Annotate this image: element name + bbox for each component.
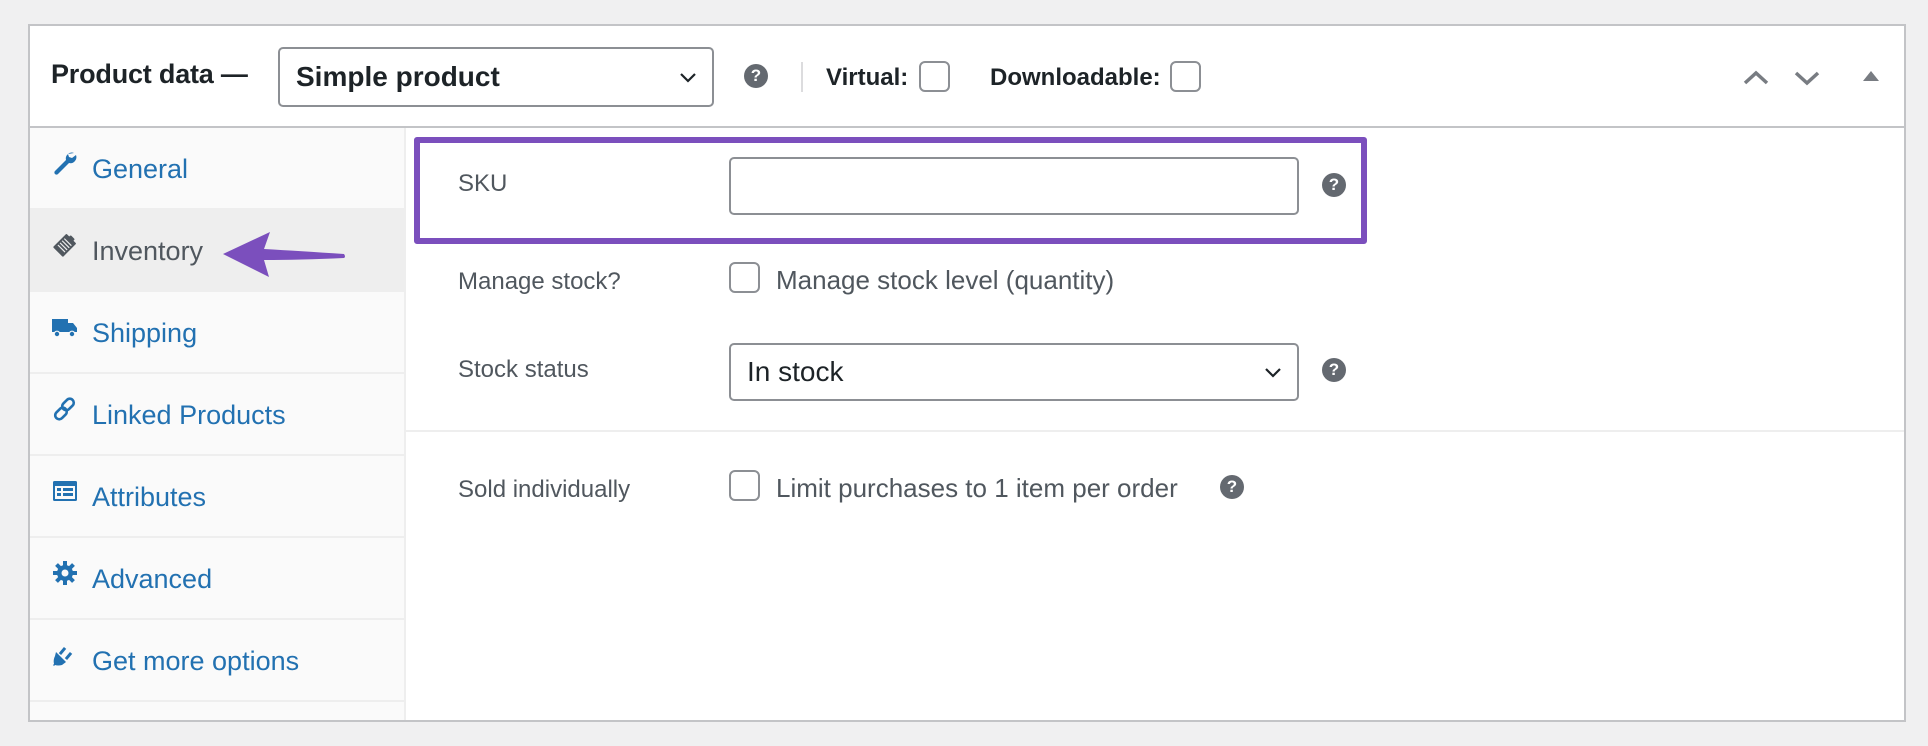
downloadable-checkbox[interactable] (1170, 61, 1201, 92)
tab-attributes[interactable]: Attributes (30, 456, 404, 538)
product-type-select[interactable]: Simple product (278, 47, 714, 107)
tab-general[interactable]: General (30, 128, 404, 210)
tab-shipping[interactable]: Shipping (30, 292, 404, 374)
downloadable-label: Downloadable: (990, 64, 1161, 91)
tab-inventory[interactable]: Inventory (30, 210, 404, 292)
sku-input[interactable] (729, 157, 1299, 215)
section-divider (406, 430, 1904, 432)
manage-stock-checkbox[interactable] (729, 262, 760, 293)
manage-stock-label: Manage stock? (458, 268, 621, 295)
sold-individually-checkbox-label: Limit purchases to 1 item per order (776, 473, 1178, 503)
stock-status-value: In stock (747, 356, 844, 387)
panel-title: Product data — (51, 59, 248, 89)
move-down-icon[interactable] (1791, 62, 1823, 94)
tab-label: Attributes (92, 482, 207, 512)
tab-label: Inventory (92, 236, 204, 266)
list-card-icon (53, 481, 77, 501)
sku-label: SKU (458, 170, 508, 197)
wrench-icon (54, 152, 77, 175)
tab-advanced[interactable]: Advanced (30, 538, 404, 620)
truck-icon (52, 319, 77, 338)
sku-help-icon[interactable]: ? (1322, 173, 1346, 197)
tab-label: Linked Products (92, 400, 286, 430)
chevron-down-icon (680, 73, 696, 83)
chevron-down-icon (1265, 368, 1281, 378)
gear-icon (53, 561, 77, 585)
sold-individually-help-icon[interactable]: ? (1220, 475, 1244, 499)
stock-status-select[interactable]: In stock (729, 343, 1299, 401)
move-up-icon[interactable] (1740, 62, 1772, 94)
tab-label: General (92, 154, 189, 184)
tab-label: Advanced (92, 564, 213, 594)
virtual-label: Virtual: (826, 64, 909, 91)
product-type-value: Simple product (296, 61, 500, 92)
toggle-panel-icon[interactable] (1855, 60, 1887, 92)
plug-icon (53, 646, 73, 666)
inventory-panel: SKU ? Manage stock? Manage stock level (… (406, 128, 1904, 720)
sold-individually-checkbox[interactable] (729, 470, 760, 501)
stock-status-label: Stock status (458, 356, 589, 383)
panel-header: Product data — Simple product ? Virtual:… (30, 26, 1904, 128)
tab-label: Shipping (92, 318, 198, 348)
sold-individually-label: Sold individually (458, 476, 631, 503)
product-data-panel: Product data — Simple product ? Virtual:… (28, 24, 1906, 722)
tab-get-more-options[interactable]: Get more options (30, 620, 404, 702)
manage-stock-checkbox-label: Manage stock level (quantity) (776, 265, 1115, 295)
tab-linked-products[interactable]: Linked Products (30, 374, 404, 456)
clipboard-tag-icon (53, 234, 76, 257)
header-divider (801, 62, 803, 92)
product-type-help-icon[interactable]: ? (744, 64, 768, 88)
virtual-checkbox[interactable] (919, 61, 950, 92)
product-data-tabs: General Inventory Shipping Linked Produc… (30, 128, 406, 720)
stock-status-help-icon[interactable]: ? (1322, 358, 1346, 382)
link-icon (53, 397, 76, 421)
tab-label: Get more options (92, 646, 300, 676)
